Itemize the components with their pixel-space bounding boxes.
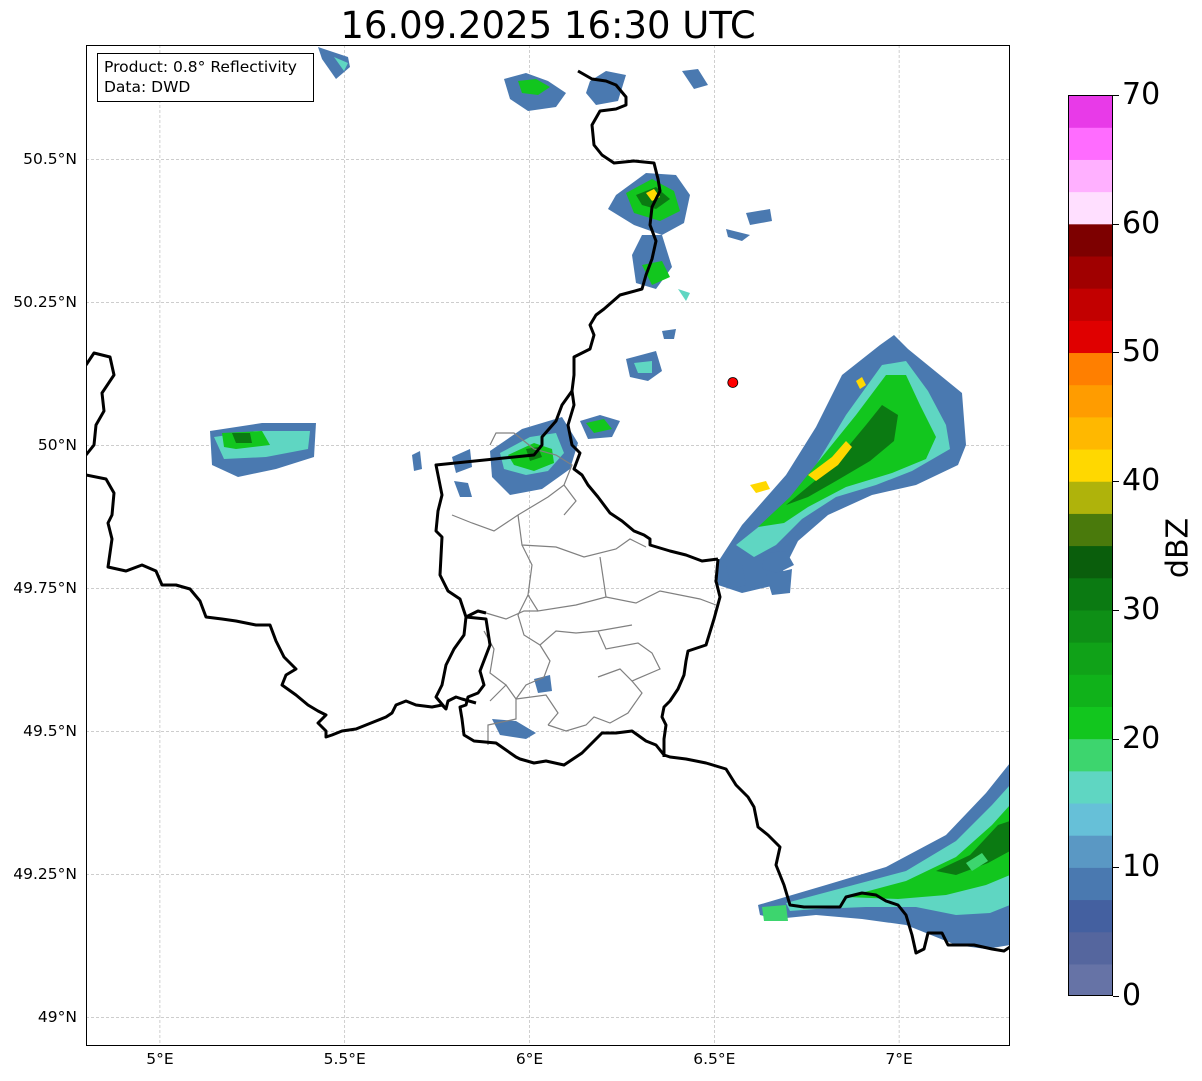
lat-tick-label: 49.5°N	[23, 722, 77, 741]
colorbar-tick: 70	[1122, 77, 1161, 112]
colorbar-tick: 40	[1122, 463, 1161, 499]
storm-cell-northwest-edge	[318, 47, 350, 79]
lat-tick-label: 49°N	[37, 1008, 77, 1027]
radar-site-dot	[727, 377, 739, 388]
storm-cell-luxembourg-south	[492, 675, 552, 739]
colorbar-tick: 60	[1122, 205, 1161, 241]
colorbar-tick-mark	[1113, 95, 1119, 96]
storm-cell-west	[210, 423, 316, 477]
colorbar-tick-mark	[1113, 609, 1119, 611]
lon-tick-label: 6°E	[515, 1050, 544, 1068]
lon-tick-label: 5°E	[146, 1050, 174, 1068]
radar-map	[86, 45, 1010, 1046]
lat-tick-label: 50.25°N	[13, 293, 77, 312]
colorbar-tick-mark	[1113, 481, 1119, 483]
colorbar-tick-mark	[1113, 867, 1119, 869]
storm-cell-southeast	[758, 763, 1010, 949]
lon-tick-label: 5.5°E	[323, 1050, 366, 1068]
colorbar-tick-mark	[1113, 996, 1119, 997]
colorbar-tick: 10	[1122, 849, 1161, 885]
lat-tick-label: 49.75°N	[13, 579, 77, 598]
colorbar-tick-mark	[1113, 738, 1119, 740]
radar-echoes	[210, 47, 1010, 949]
storm-cell-east-main	[716, 335, 966, 595]
colorbar-label: dBZ	[1160, 517, 1196, 579]
product-info-box: Product: 0.8° Reflectivity Data: DWD	[97, 53, 314, 102]
lat-tick-label: 50.5°N	[23, 150, 77, 169]
colorbar-tick: 0	[1122, 978, 1142, 1013]
data-source-label: Data: DWD	[104, 78, 191, 96]
storm-cell-luxembourg-north	[412, 351, 662, 497]
lon-tick-label: 7°E	[885, 1050, 913, 1068]
colorbar-tick-mark	[1113, 223, 1119, 225]
colorbar-tick: 20	[1122, 720, 1161, 756]
storm-cell-north-small	[504, 69, 708, 111]
colorbar-frame	[1068, 95, 1113, 996]
radar-site-marker	[727, 377, 739, 388]
lat-tick-label: 49.25°N	[13, 865, 77, 884]
lat-tick-label: 50°N	[37, 436, 77, 455]
colorbar-tick: 50	[1122, 334, 1161, 370]
product-label: Product: 0.8° Reflectivity	[104, 58, 297, 76]
map-title: 16.09.2025 16:30 UTC	[340, 4, 756, 47]
map-canvas	[86, 45, 1010, 1046]
colorbar-tick: 30	[1122, 591, 1161, 627]
country-borders	[86, 69, 1010, 955]
lon-tick-label: 6.5°E	[693, 1050, 736, 1068]
storm-cell-north-central	[608, 173, 772, 339]
colorbar-tick-mark	[1113, 352, 1119, 354]
